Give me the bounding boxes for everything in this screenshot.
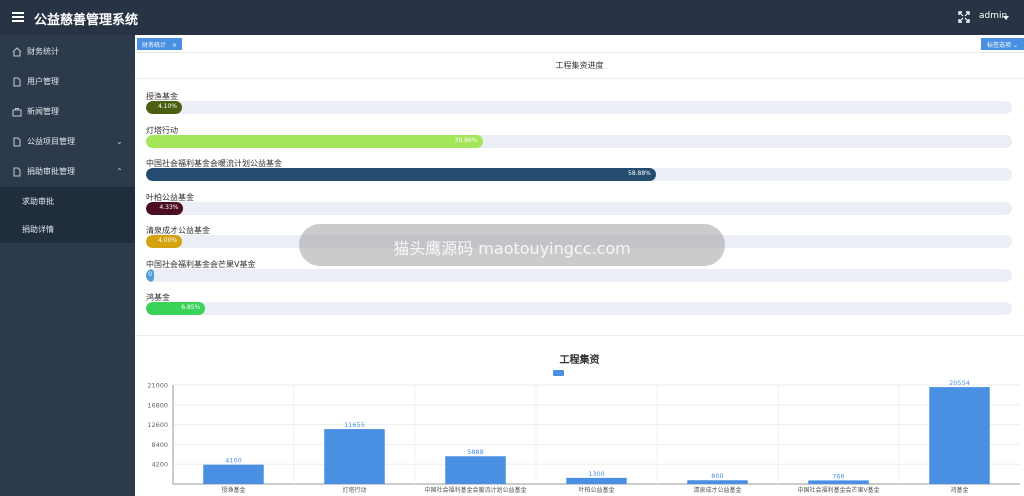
divider	[135, 78, 1024, 79]
bar-chart: 4200 8400 12600 16800 21000 4100 授渔基金 11655 灯塔行动…	[147, 379, 1020, 494]
progress-track: 38.86%	[146, 134, 1012, 148]
tab-finance[interactable]: 财务统计 ×	[137, 38, 182, 50]
sidebar-item-finance[interactable]: 财务统计	[0, 37, 135, 67]
progress-label: 叶柏公益基金	[146, 192, 194, 202]
sidebar-item-label: 用户管理	[27, 77, 59, 86]
bar	[203, 464, 264, 484]
data-label: 766	[832, 472, 844, 480]
hamburger-menu-icon[interactable]	[12, 12, 24, 22]
document-icon	[13, 137, 21, 147]
sidebar-item-projects[interactable]: 公益项目管理 ⌄	[0, 127, 135, 157]
sidebar-item-label: 新闻管理	[27, 107, 59, 116]
sidebar-subitem-help-approval[interactable]: 求助审批	[0, 187, 135, 215]
sidebar-subitem-donation-details[interactable]: 捐助详情	[0, 215, 135, 243]
sidebar: 财务统计 用户管理 新闻管理 公益项目管理 ⌄ 捐助审批管理 ⌃ 求助审批 捐助…	[0, 35, 135, 496]
y-tick-label: 12600	[147, 421, 168, 429]
bar	[687, 480, 748, 484]
bar	[566, 477, 627, 484]
tag-options-label: 标签选项	[987, 42, 1012, 49]
data-label: 1300	[588, 470, 605, 478]
home-icon	[12, 47, 22, 57]
sidebar-item-label: 财务统计	[27, 47, 59, 56]
progress-percent-text: 4.10%	[157, 103, 177, 110]
sidebar-item-news[interactable]: 新闻管理	[0, 97, 135, 127]
data-label: 800	[711, 472, 723, 480]
sidebar-item-users[interactable]: 用户管理	[0, 67, 135, 97]
x-tick-label: 鸿基金	[950, 486, 968, 494]
x-tick-label: 灯塔行动	[342, 486, 366, 494]
bar	[808, 480, 869, 484]
document-icon	[13, 77, 21, 87]
progress-fill: 0	[146, 268, 154, 282]
y-tick-label: 4200	[151, 461, 168, 469]
x-tick-label: 清泉成才公益基金	[693, 486, 741, 494]
chevron-down-icon[interactable]	[1003, 16, 1009, 20]
app-title: 公益慈善管理系统	[34, 13, 139, 28]
sidebar-subitem-label: 求助审批	[22, 197, 54, 206]
document-icon	[13, 167, 21, 177]
progress-percent-text: 4.33%	[159, 203, 179, 211]
progress-percent-text: 6.85%	[181, 304, 201, 311]
x-tick-label: 中国社会福利基金会芒果V基金	[797, 486, 879, 494]
top-header: 公益慈善管理系统 admin	[0, 0, 1024, 35]
bar	[324, 429, 385, 484]
progress-percent-text: 0	[148, 270, 152, 278]
progress-percent-text: 38.86%	[454, 136, 478, 144]
progress-percent-text: 4.00%	[157, 237, 177, 244]
x-tick-label: 叶柏公益基金	[578, 486, 614, 494]
watermark-banner: 猫头鹰源码 maotouyingcc.com	[299, 224, 725, 266]
y-tick-label: 16800	[147, 401, 168, 409]
data-label: 20554	[949, 379, 970, 387]
data-label: 11655	[344, 421, 365, 429]
sidebar-subitem-label: 捐助详情	[22, 225, 54, 234]
progress-panel: 工程集资进度 授渔基金 4.10% 灯塔行动 38.86% 中国社会福利基金会暖流计划公…	[135, 55, 1024, 355]
progress-title: 工程集资进度	[555, 61, 604, 70]
progress-fill: 4.00%	[146, 235, 182, 248]
fullscreen-icon[interactable]	[958, 11, 970, 23]
data-label: 5888	[467, 448, 484, 456]
progress-track: 4.33%	[146, 201, 1012, 215]
progress-label: 中国社会福利基金会芒果V基金	[146, 259, 256, 269]
bar-chart-panel: 工程集资 4200 8400 12600 16800 21000 4100 授渔基金 1165…	[135, 340, 1024, 496]
close-icon[interactable]: ×	[172, 42, 177, 49]
x-tick-label: 中国社会福利基金会暖流计划公益基金	[424, 486, 526, 494]
sidebar-item-label: 公益项目管理	[27, 137, 75, 146]
progress-track: 6.85%	[146, 302, 1012, 315]
progress-label: 灯塔行动	[146, 125, 178, 135]
progress-track: 4.10%	[146, 101, 1012, 114]
progress-fill: 58.88%	[146, 168, 656, 181]
progress-fill: 38.86%	[146, 134, 483, 148]
y-tick-label: 21000	[147, 382, 168, 390]
x-tick-label: 授渔基金	[221, 486, 245, 494]
data-label: 4100	[225, 457, 242, 465]
briefcase-icon	[12, 108, 22, 117]
chevron-up-icon: ⌃	[116, 167, 123, 176]
progress-percent-text: 58.88%	[628, 170, 651, 177]
y-tick-label: 8400	[151, 441, 168, 449]
tag-options-button[interactable]: 标签选项 ⌄	[981, 38, 1024, 50]
sidebar-item-label: 捐助审批管理	[27, 167, 75, 176]
tab-label: 财务统计	[142, 42, 167, 49]
tags-view: 财务统计 × 标签选项 ⌄	[135, 35, 1024, 53]
progress-track: 58.88%	[146, 168, 1012, 181]
sidebar-item-donation-approval[interactable]: 捐助审批管理 ⌃	[0, 157, 135, 187]
chevron-down-icon: ⌄	[116, 137, 123, 146]
progress-fill: 4.10%	[146, 101, 182, 114]
divider	[135, 335, 1024, 336]
progress-track: 0	[146, 268, 1012, 282]
progress-fill: 4.33%	[146, 201, 184, 215]
progress-fill: 6.85%	[146, 302, 206, 315]
bar	[929, 387, 990, 484]
bar	[445, 456, 506, 484]
